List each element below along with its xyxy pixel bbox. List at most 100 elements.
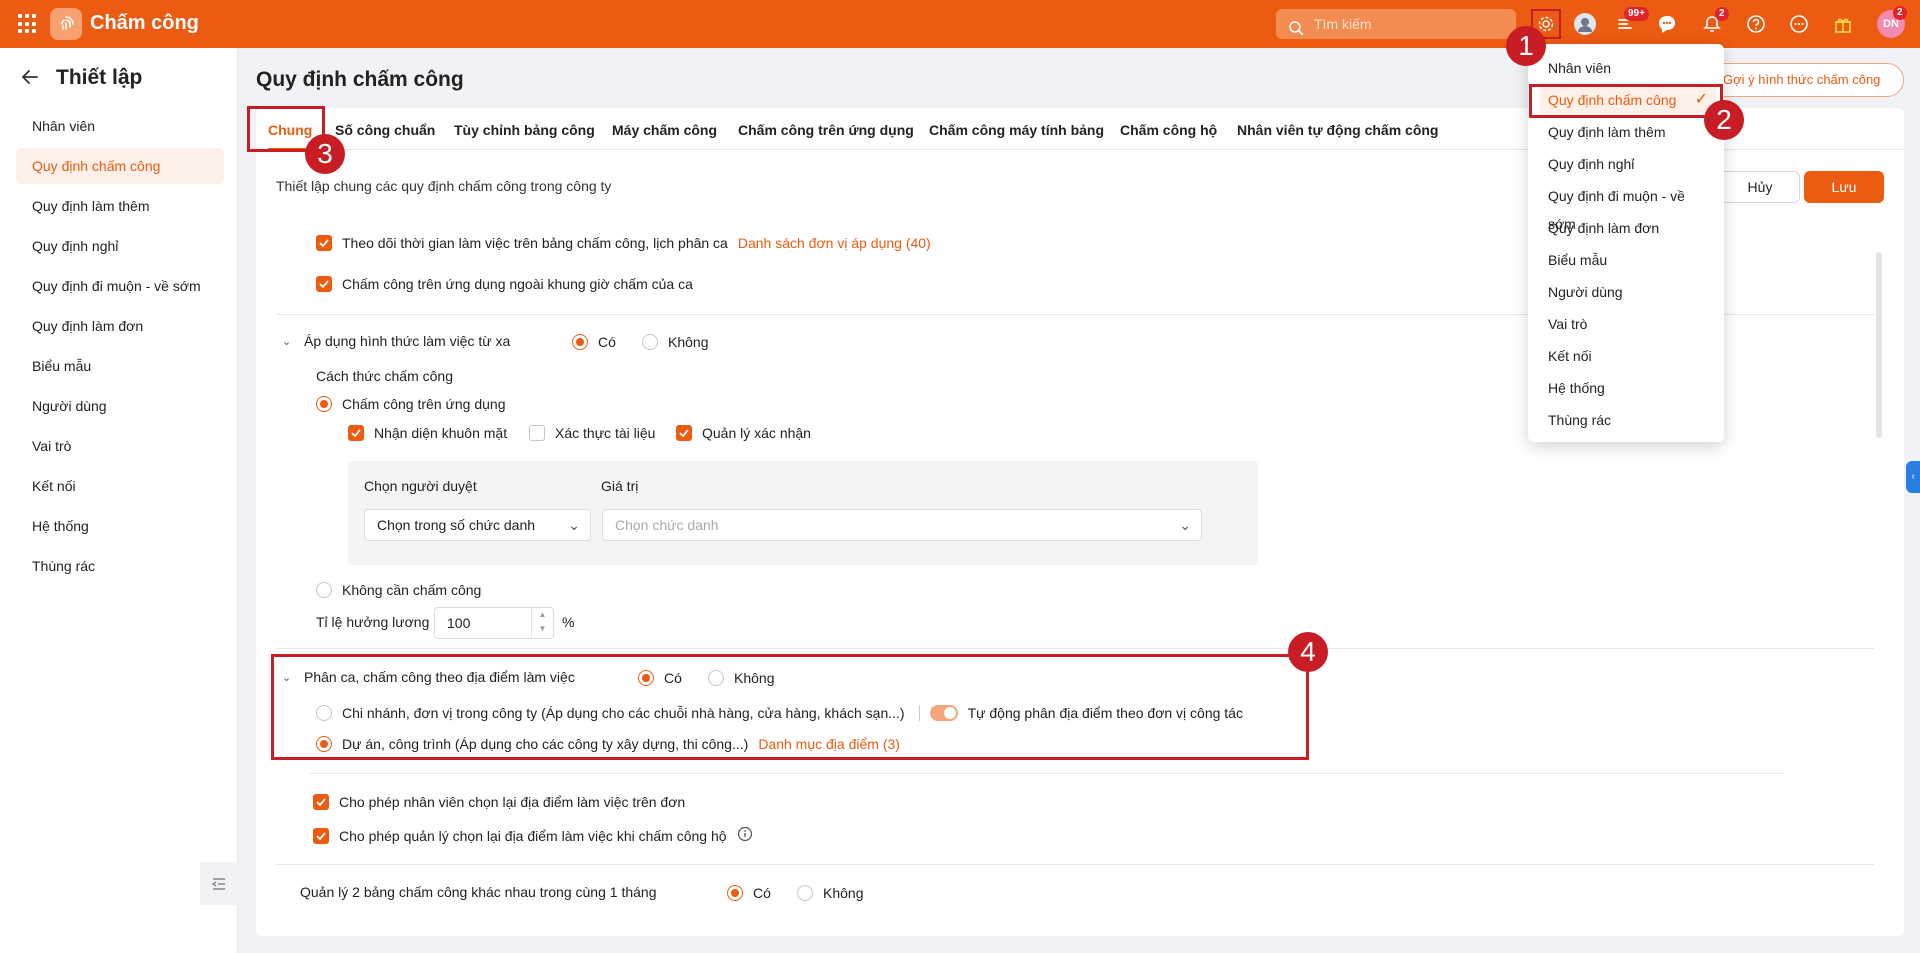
- face-id-label: Nhận diện khuôn mặt: [374, 425, 508, 441]
- two-tables-no-radio[interactable]: [797, 885, 813, 901]
- page-title: Quy định chấm công: [256, 68, 464, 91]
- remote-yes-radio[interactable]: [572, 334, 588, 350]
- approver-select[interactable]: Chọn trong số chức danh ⌄: [364, 509, 591, 541]
- track-time-checkbox[interactable]: [316, 235, 332, 251]
- salary-ratio-input[interactable]: 100 ▲ ▼: [434, 607, 554, 639]
- two-tables-no-option[interactable]: Không: [797, 885, 863, 901]
- sidebar-item-users[interactable]: Người dùng: [16, 388, 224, 424]
- sidebar-item-leave-rules[interactable]: Quy định nghỉ: [16, 228, 224, 264]
- annotation-marker-1: 1: [1506, 26, 1546, 66]
- tab-tablet-checkin[interactable]: Chấm công máy tính bảng: [929, 112, 1104, 150]
- save-button[interactable]: Lưu: [1804, 171, 1884, 203]
- dropdown-item-system[interactable]: Hệ thống: [1540, 374, 1716, 402]
- dropdown-item-forms[interactable]: Biểu mẫu: [1540, 246, 1716, 274]
- track-time-label: Theo dõi thời gian làm việc trên bảng ch…: [342, 235, 728, 251]
- divider: [276, 648, 1874, 649]
- dropdown-item-overtime-rules[interactable]: Quy định làm thêm: [1540, 118, 1716, 146]
- scrollbar[interactable]: [1876, 252, 1882, 438]
- tab-standard-workdays[interactable]: Số công chuẩn: [335, 112, 435, 150]
- help-icon[interactable]: [1743, 11, 1769, 37]
- cancel-button[interactable]: Hủy: [1720, 171, 1800, 203]
- method-app-option[interactable]: Chấm công trên ứng dụng: [316, 396, 505, 412]
- sidebar-item-attendance-rules[interactable]: Quy định chấm công: [16, 148, 224, 184]
- no-timekeeping-label: Không cần chấm công: [342, 582, 482, 598]
- avatar[interactable]: DN 2: [1877, 6, 1907, 38]
- allow-manager-checkbox[interactable]: [313, 827, 329, 844]
- tab-app-checkin[interactable]: Chấm công trên ứng dụng: [738, 112, 914, 150]
- approver-select-value: Chọn trong số chức danh: [377, 517, 536, 533]
- sidebar-item-connections[interactable]: Kết nối: [16, 468, 224, 504]
- top-bar: Chấm công Tìm kiếm 99+ 2 DN 2: [0, 0, 1920, 48]
- allow-manager-label: Cho phép quản lý chọn lại địa điểm làm v…: [339, 827, 727, 844]
- method-app-radio[interactable]: [316, 396, 332, 412]
- remote-no-radio[interactable]: [642, 334, 658, 350]
- job-title-select[interactable]: Chọn chức danh ⌄: [602, 509, 1202, 541]
- apps-switch-icon[interactable]: 99+: [1612, 7, 1649, 37]
- face-id-checkbox[interactable]: [348, 425, 364, 441]
- sidebar-item-employees[interactable]: Nhân viên: [16, 108, 224, 144]
- bell-icon[interactable]: 2: [1699, 7, 1729, 37]
- tab-proxy-checkin[interactable]: Chấm công hộ: [1120, 112, 1217, 150]
- remote-no-option[interactable]: Không: [642, 334, 708, 350]
- apps-badge: 99+: [1624, 7, 1649, 21]
- sidebar-item-trash[interactable]: Thùng rác: [16, 548, 224, 584]
- doc-verify-option[interactable]: Xác thực tài liệu: [529, 425, 655, 441]
- dropdown-item-leave-rules[interactable]: Quy định nghỉ: [1540, 150, 1716, 178]
- face-id-option[interactable]: Nhận diện khuôn mặt: [348, 425, 507, 441]
- allow-manager-row: Cho phép quản lý chọn lại địa điểm làm v…: [313, 826, 753, 845]
- sidebar: Thiết lập Nhân viên Quy định chấm công Q…: [0, 48, 238, 953]
- more-icon[interactable]: [1786, 11, 1812, 37]
- dropdown-item-trash[interactable]: Thùng rác: [1540, 406, 1716, 434]
- sidebar-item-forms[interactable]: Biểu mẫu: [16, 348, 224, 384]
- gift-icon[interactable]: [1830, 11, 1856, 37]
- dropdown-item-employees[interactable]: Nhân viên: [1540, 54, 1716, 82]
- no-timekeeping-radio[interactable]: [316, 582, 332, 598]
- tab-custom-timesheet[interactable]: Tùy chỉnh bảng công: [454, 112, 595, 150]
- dropdown-item-late-early-rules[interactable]: Quy định đi muộn - về sớm: [1540, 182, 1716, 232]
- outside-shift-row: Chấm công trên ứng dụng ngoài khung giờ …: [316, 276, 693, 292]
- outside-shift-checkbox[interactable]: [316, 276, 332, 292]
- no-timekeeping-option[interactable]: Không cần chấm công: [316, 582, 481, 598]
- side-panel-toggle[interactable]: ‹: [1906, 461, 1920, 493]
- method-title-label: Cách thức chấm công: [316, 368, 453, 384]
- chevron-down-icon[interactable]: ⌄: [282, 335, 294, 348]
- value-label: Giá trị: [601, 478, 638, 494]
- user-avatar-icon[interactable]: [1572, 11, 1598, 37]
- sidebar-header: Thiết lập: [21, 66, 142, 90]
- dropdown-item-users[interactable]: Người dùng: [1540, 278, 1716, 306]
- allow-employee-row: Cho phép nhân viên chọn lại địa điểm làm…: [313, 794, 685, 810]
- tab-auto-checkin[interactable]: Nhân viên tự động chấm công: [1237, 112, 1438, 150]
- app-grid-icon[interactable]: [18, 14, 38, 34]
- sidebar-item-roles[interactable]: Vai trò: [16, 428, 224, 464]
- fingerprint-logo-icon: [50, 8, 82, 40]
- quantity-stepper[interactable]: ▲ ▼: [531, 608, 553, 638]
- approver-label: Chọn người duyệt: [364, 478, 477, 494]
- remote-yes-option[interactable]: Có: [572, 334, 616, 350]
- dropdown-item-request-rules[interactable]: Quy định làm đơn: [1540, 214, 1716, 242]
- salary-ratio-value: 100: [447, 615, 471, 631]
- unit-list-link[interactable]: Danh sách đơn vị áp dụng (40): [738, 235, 931, 251]
- chat-icon[interactable]: [1654, 11, 1680, 37]
- allow-employee-checkbox[interactable]: [313, 794, 329, 810]
- sidebar-item-system[interactable]: Hệ thống: [16, 508, 224, 544]
- manager-confirm-checkbox[interactable]: [676, 425, 692, 441]
- two-tables-row: Quản lý 2 bảng chấm công khác nhau trong…: [300, 884, 656, 900]
- sidebar-item-overtime-rules[interactable]: Quy định làm thêm: [16, 188, 224, 224]
- collapse-sidebar-icon[interactable]: [200, 862, 238, 905]
- doc-verify-checkbox[interactable]: [529, 425, 545, 441]
- two-tables-yes-option[interactable]: Có: [727, 885, 771, 901]
- hint-button[interactable]: Gợi ý hình thức chấm công: [1704, 63, 1904, 97]
- method-app-label: Chấm công trên ứng dụng: [342, 396, 506, 412]
- manager-confirm-option[interactable]: Quản lý xác nhận: [676, 425, 811, 441]
- dropdown-item-connections[interactable]: Kết nối: [1540, 342, 1716, 370]
- annotation-box-4: [271, 654, 1309, 760]
- sidebar-item-request-rules[interactable]: Quy định làm đơn: [16, 308, 224, 344]
- doc-verify-label: Xác thực tài liệu: [555, 425, 656, 441]
- back-arrow-icon[interactable]: [21, 66, 38, 90]
- two-tables-yes-radio[interactable]: [727, 885, 743, 901]
- sidebar-item-late-early-rules[interactable]: Quy định đi muộn - về sớm: [16, 268, 224, 304]
- dropdown-item-roles[interactable]: Vai trò: [1540, 310, 1716, 338]
- search-input[interactable]: Tìm kiếm: [1276, 9, 1516, 39]
- info-icon[interactable]: [737, 826, 753, 845]
- tab-time-clock[interactable]: Máy chấm công: [612, 112, 717, 150]
